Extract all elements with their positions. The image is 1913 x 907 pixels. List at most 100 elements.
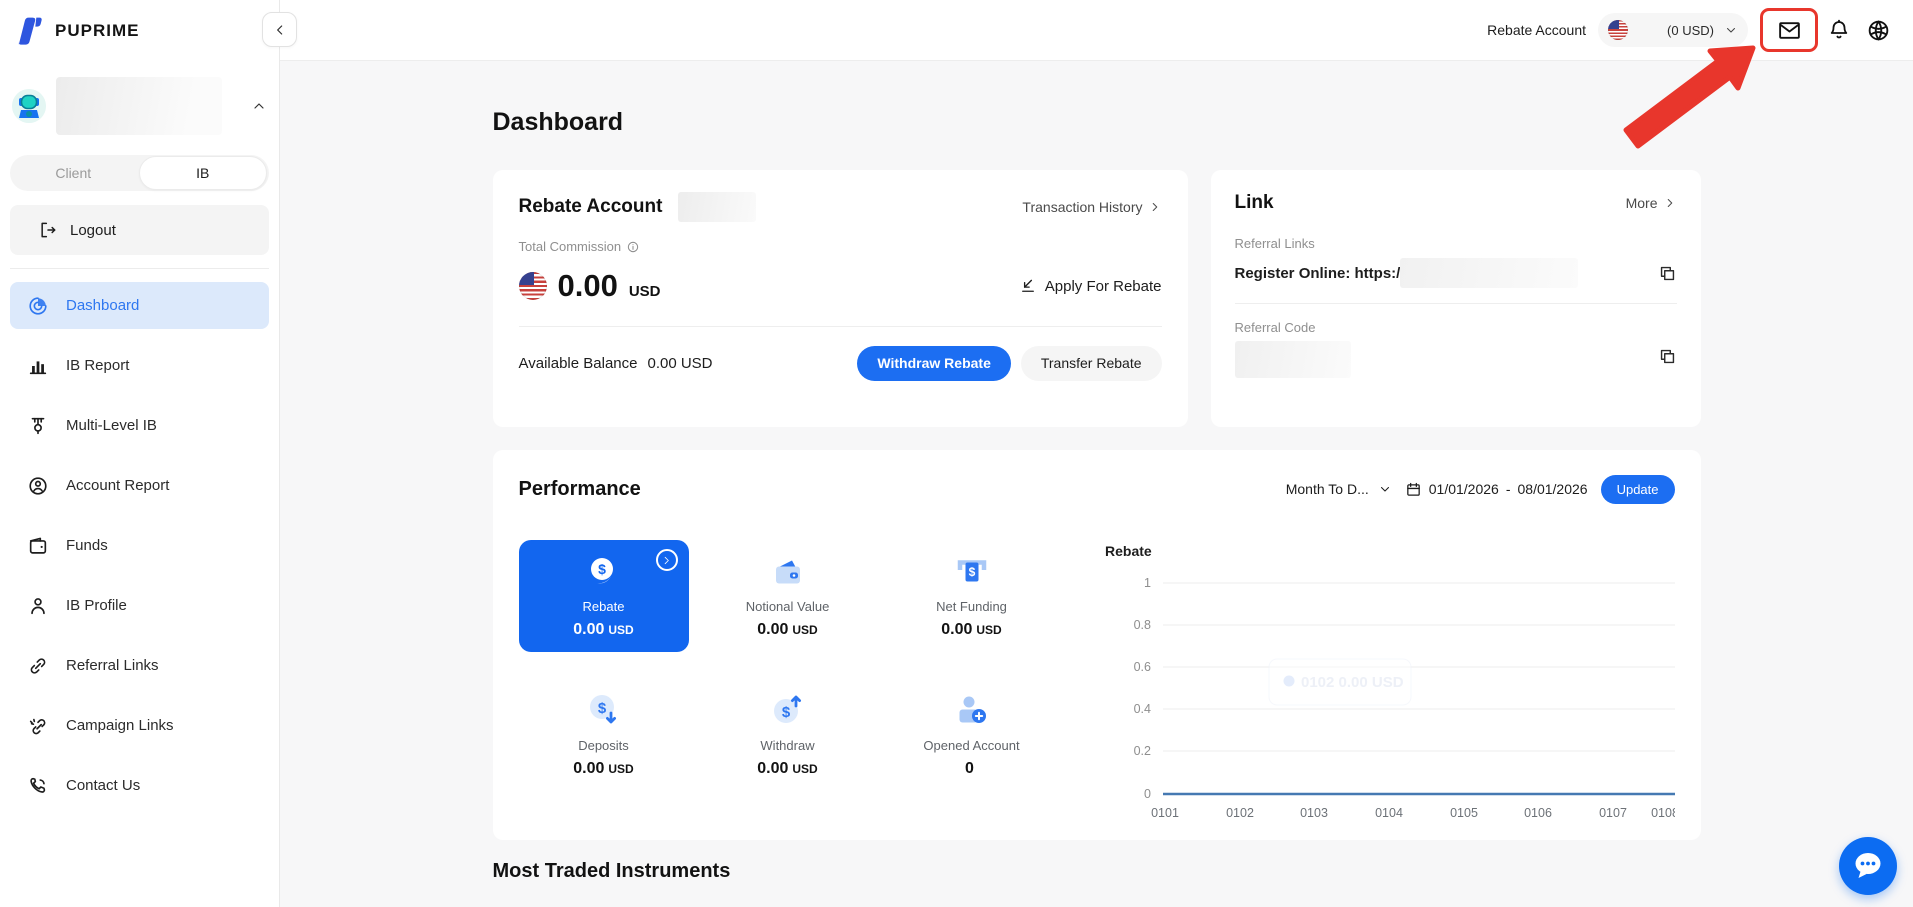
x-tick: 0103 (1300, 806, 1328, 820)
sidebar-item-referral-links[interactable]: Referral Links (10, 642, 269, 689)
sidebar-item-label: Multi-Level IB (66, 417, 157, 434)
tile-rebate[interactable]: $ Rebate 0.00 USD (518, 540, 689, 652)
y-tick: 0 (1144, 787, 1151, 801)
copy-icon (1660, 349, 1674, 364)
logout-icon (41, 222, 56, 238)
sidebar-item-label: Referral Links (66, 657, 159, 674)
mail-button-highlighted[interactable] (1760, 8, 1818, 52)
sidebar-item-ib-profile[interactable]: IB Profile (10, 582, 269, 629)
transfer-rebate-button[interactable]: Transfer Rebate (1020, 346, 1162, 381)
profile-row[interactable] (12, 77, 267, 135)
logout-button[interactable]: Logout (10, 205, 269, 255)
opened-account-icon (959, 696, 986, 723)
sidebar-item-account-report[interactable]: Account Report (10, 462, 269, 509)
mail-icon (1778, 21, 1800, 39)
referral-link-value: Register Online: https:/ (1234, 264, 1401, 282)
chevron-right-icon (1667, 198, 1672, 208)
range-preset-dropdown[interactable]: Month To D... (1286, 481, 1392, 497)
available-balance-label: Available Balance (518, 355, 638, 372)
sidebar-item-campaign-links[interactable]: Campaign Links (10, 702, 269, 749)
tile-unit: USD (792, 761, 818, 776)
rebate-card-title: Rebate Account (518, 196, 663, 217)
sidebar-item-dashboard[interactable]: Dashboard (10, 282, 269, 329)
date-range-picker[interactable]: 01/01/2026 - 08/01/2026 (1405, 481, 1588, 498)
language-button[interactable] (1866, 18, 1891, 43)
copy-referral-code-button[interactable] (1658, 347, 1677, 366)
sidebar-item-contact-us[interactable]: Contact Us (10, 762, 269, 809)
tile-withdraw[interactable]: $ Withdraw 0.00 USD (703, 678, 873, 790)
tile-net-funding[interactable]: $ Net Funding 0.00 USD (887, 540, 1057, 652)
calendar-icon (1406, 482, 1420, 496)
sidebar-item-label: Contact Us (66, 777, 141, 794)
referral-code-label: Referral Code (1234, 320, 1316, 335)
most-traded-title: Most Traded Instruments (492, 860, 731, 882)
sidebar-item-ib-report[interactable]: IB Report (10, 342, 269, 389)
performance-title: Performance (518, 477, 641, 500)
info-icon[interactable] (626, 240, 640, 254)
rebate-chart: Rebate 1 0.8 0.6 0.4 0.2 0 0102 0.00 USD… (1103, 540, 1675, 832)
date-from: 01/01/2026 (1428, 481, 1499, 497)
copy-icon (1660, 266, 1674, 280)
divider (1234, 303, 1677, 304)
link-card: Link More Referral Links Register Online… (1210, 170, 1701, 427)
deposits-icon: $ (589, 694, 616, 723)
tile-label: Opened Account (923, 737, 1020, 753)
more-link[interactable]: More (1626, 195, 1677, 211)
tile-value: 0.00 (757, 620, 789, 638)
divider (518, 326, 1162, 327)
chevron-right-circle-icon[interactable] (655, 549, 678, 571)
performance-card: Performance Month To D... 01/01/2026 - 0… (492, 450, 1701, 840)
x-tick: 0106 (1524, 806, 1552, 820)
range-preset-value: Month To D... (1285, 481, 1369, 497)
svg-text:$: $ (597, 700, 606, 717)
chevron-up-icon[interactable] (251, 98, 267, 114)
tile-value: 0.00 (941, 620, 973, 638)
brand-logo: PUPRIME (0, 0, 279, 49)
apply-for-rebate-link[interactable]: Apply For Rebate (1019, 277, 1162, 295)
y-tick: 0.8 (1133, 618, 1150, 632)
notifications-button[interactable] (1827, 18, 1851, 42)
chart-title: Rebate (1105, 543, 1152, 559)
sidebar-item-multi-level-ib[interactable]: Multi-Level IB (10, 402, 269, 449)
date-separator: - (1505, 481, 1511, 497)
y-tick: 0.6 (1133, 660, 1150, 674)
chevron-down-icon (1724, 23, 1738, 37)
tile-value: 0.00 (573, 759, 605, 777)
phone-icon (30, 777, 46, 793)
medal-icon (31, 417, 45, 434)
chevron-right-icon (1152, 202, 1157, 212)
withdraw-rebate-button[interactable]: Withdraw Rebate (857, 346, 1011, 381)
transaction-history-link[interactable]: Transaction History (1022, 199, 1161, 215)
dashboard-icon (29, 296, 47, 315)
tile-label: Notional Value (745, 598, 830, 614)
toggle-client[interactable]: Client (10, 157, 137, 189)
tile-unit: USD (792, 622, 818, 637)
tile-notional-value[interactable]: Notional Value 0.00 USD (703, 540, 873, 652)
account-name-redacted (56, 77, 222, 135)
more-label: More (1625, 195, 1658, 211)
account-selector[interactable]: (0 USD) (1598, 13, 1748, 47)
tile-deposits[interactable]: $ Deposits 0.00 USD (519, 678, 689, 790)
chat-bubble-icon (1855, 853, 1881, 878)
tile-opened-account[interactable]: Opened Account 0 (887, 678, 1057, 790)
live-chat-button[interactable] (1839, 837, 1897, 895)
toggle-ib[interactable]: IB (138, 156, 267, 190)
x-tick: 0107 (1599, 806, 1627, 820)
bar-chart-icon (29, 360, 47, 374)
sidebar-item-label: Funds (66, 537, 108, 554)
main-content: Dashboard Rebate Account Transaction His… (280, 62, 1913, 907)
campaign-link-icon (29, 718, 46, 734)
net-funding-icon: $ (957, 559, 986, 581)
sidebar-item-label: Dashboard (66, 297, 140, 314)
x-tick: 0104 (1375, 806, 1403, 820)
logout-label: Logout (70, 221, 116, 239)
sidebar-collapse-button[interactable] (262, 12, 297, 47)
update-button[interactable]: Update (1600, 474, 1675, 504)
total-commission-amount: 0.00 (557, 268, 618, 303)
person-circle-icon (29, 476, 47, 495)
sidebar-item-funds[interactable]: Funds (10, 522, 269, 569)
withdraw-icon: $ (773, 695, 801, 723)
copy-referral-link-button[interactable] (1658, 264, 1677, 283)
bell-icon (1830, 19, 1848, 39)
person-icon (31, 597, 45, 614)
